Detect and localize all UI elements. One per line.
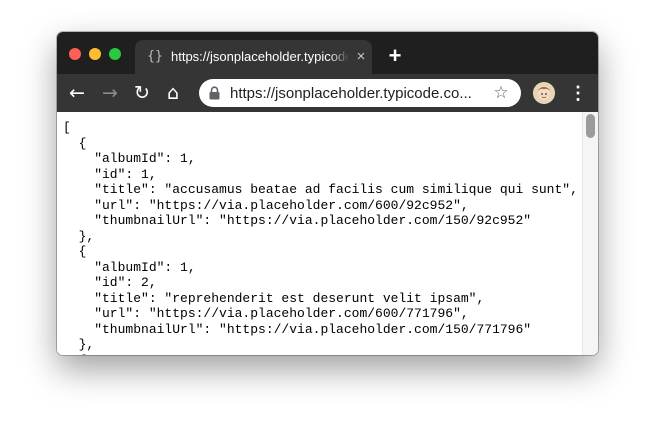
tab-close-icon[interactable]: ×: [353, 48, 369, 66]
home-button[interactable]: ⌂: [163, 83, 183, 103]
profile-face-icon: [533, 82, 555, 104]
json-line: "url": "https://via.placeholder.com/600/…: [63, 197, 469, 213]
lock-icon[interactable]: [209, 86, 220, 100]
address-bar[interactable]: https://jsonplaceholder.typicode.co... ☆: [199, 79, 521, 107]
json-line: "thumbnailUrl": "https://via.placeholder…: [63, 213, 532, 228]
json-line: {: [63, 353, 578, 356]
forward-button[interactable]: →: [100, 83, 120, 103]
browser-toolbar: ← → ↻ ⌂ https://jsonplaceholder.typicode…: [57, 74, 598, 112]
window-minimize-button[interactable]: [89, 48, 101, 60]
page-icon: {}: [147, 49, 163, 64]
bookmark-star-icon[interactable]: ☆: [492, 83, 510, 103]
vertical-scrollbar[interactable]: [582, 112, 598, 355]
window-close-button[interactable]: [69, 48, 81, 60]
back-button[interactable]: ←: [67, 83, 87, 103]
window-maximize-button[interactable]: [109, 48, 121, 60]
browser-window: {} https://jsonplaceholder.typicode.com/…: [57, 32, 598, 355]
json-line: "url": "https://via.placeholder.com/600/…: [63, 306, 469, 321]
menu-dots-icon[interactable]: ⋮: [569, 83, 587, 103]
browser-tab[interactable]: {} https://jsonplaceholder.typicode.com/…: [135, 40, 372, 74]
json-line: "albumId": 1,: [63, 151, 196, 166]
json-line: {: [63, 135, 87, 151]
json-line: "id": 1,: [63, 166, 157, 182]
json-line: "albumId": 1,: [63, 259, 196, 275]
json-line: "title": "accusamus beatae ad facilis cu…: [63, 182, 578, 197]
json-line: },: [63, 228, 95, 244]
page-content: [ { "albumId": 1, "id": 1, "title": "acc…: [57, 112, 598, 355]
json-line: "id": 2,: [63, 275, 157, 290]
tab-title: https://jsonplaceholder.typicode.com/pho…: [171, 49, 349, 67]
tab-strip: {} https://jsonplaceholder.typicode.com/…: [57, 32, 598, 74]
json-line: "title": "reprehenderit est deserunt vel…: [63, 290, 485, 306]
json-viewer: [ { "albumId": 1, "id": 1, "title": "acc…: [63, 120, 578, 355]
reload-button[interactable]: ↻: [132, 83, 152, 103]
json-line: [: [63, 120, 71, 135]
json-line: {: [63, 244, 87, 259]
json-line: },: [63, 337, 95, 352]
scrollbar-thumb[interactable]: [586, 114, 595, 138]
url-text[interactable]: https://jsonplaceholder.typicode.co...: [230, 85, 480, 103]
profile-avatar[interactable]: [533, 82, 555, 104]
new-tab-button[interactable]: +: [385, 45, 405, 67]
json-line: "thumbnailUrl": "https://via.placeholder…: [63, 321, 532, 337]
